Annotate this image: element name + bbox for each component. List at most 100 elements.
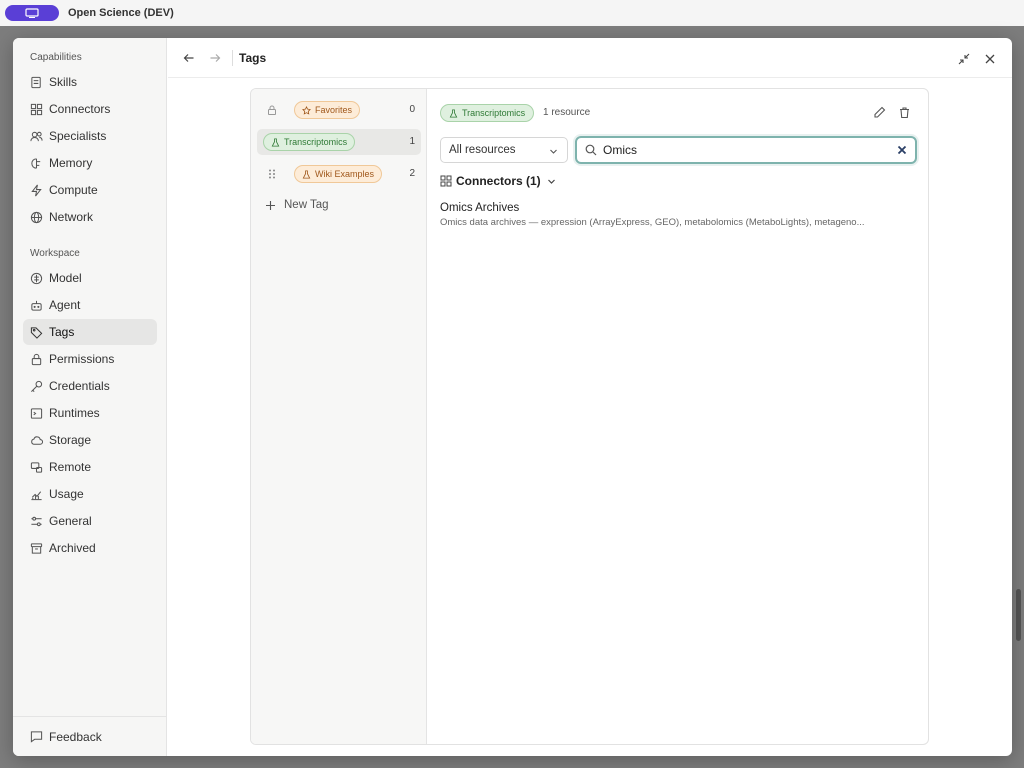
modal-header: Tags — [168, 38, 1012, 78]
new-tag-button[interactable]: New Tag — [265, 199, 329, 211]
sidebar-item-label: Network — [49, 210, 94, 224]
tag-chip-wiki-examples[interactable]: Wiki Examples — [294, 165, 383, 183]
sidebar-item-archived[interactable]: Archived — [23, 535, 157, 561]
tag-chip-transcriptomics[interactable]: Transcriptomics — [263, 133, 356, 151]
collapse-icon — [958, 53, 970, 65]
message-icon — [30, 731, 43, 743]
sidebar-item-usage[interactable]: Usage — [23, 481, 157, 507]
sidebar-item-label: Model — [49, 271, 82, 285]
sidebar-item-skills[interactable]: Skills — [23, 69, 157, 95]
group-label: Connectors (1) — [456, 174, 541, 188]
resource-filter-select[interactable]: All resources — [440, 137, 568, 163]
tag-list: Favorites 0 Transcriptomics 1 Wiki Examp… — [251, 89, 427, 744]
trash-icon — [900, 107, 909, 119]
workspace-section-label: Workspace — [30, 248, 80, 259]
new-tag-label: New Tag — [284, 199, 329, 211]
resource-filter-value: All resources — [449, 144, 516, 156]
sidebar-item-label: Credentials — [49, 379, 110, 393]
tag-count: 1 — [409, 136, 415, 147]
tag-row-favorites[interactable]: Favorites 0 — [257, 97, 421, 123]
lock-icon — [31, 353, 42, 365]
arrow-right-icon — [210, 54, 221, 62]
sidebar-item-connectors[interactable]: Connectors — [23, 96, 157, 122]
monitor-icon — [25, 8, 39, 18]
background-scrollbar[interactable] — [1016, 589, 1021, 641]
sidebar-item-general[interactable]: General — [23, 508, 157, 534]
sidebar-item-storage[interactable]: Storage — [23, 427, 157, 453]
tag-row-transcriptomics[interactable]: Transcriptomics 1 — [257, 129, 421, 155]
tag-count: 2 — [409, 168, 415, 179]
tag-label: Wiki Examples — [315, 169, 375, 179]
sidebar-item-runtimes[interactable]: Runtimes — [23, 400, 157, 426]
sidebar-item-agent[interactable]: Agent — [23, 292, 157, 318]
list-item[interactable]: Omics Archives Omics data archives — exp… — [440, 202, 900, 228]
cloud-icon — [31, 435, 43, 445]
connectors-icon — [30, 103, 43, 115]
arrow-left-icon — [183, 54, 194, 62]
settings-modal: Capabilities Skills Connectors Specialis… — [13, 38, 1012, 756]
connectors-group-toggle[interactable]: Connectors (1) — [440, 174, 556, 188]
page-title: Tags — [239, 51, 267, 65]
connectors-icon — [440, 175, 452, 187]
sidebar-item-network[interactable]: Network — [23, 204, 157, 230]
resource-count: 1 resource — [543, 107, 591, 118]
agent-icon — [31, 300, 42, 311]
result-title: Omics Archives — [440, 202, 520, 214]
pencil-icon — [874, 106, 886, 118]
sidebar-item-permissions[interactable]: Permissions — [23, 346, 157, 372]
lock-icon — [268, 105, 276, 115]
tag-count: 0 — [409, 104, 415, 115]
specialists-icon — [30, 131, 43, 141]
terminal-icon — [30, 407, 43, 419]
globe-icon — [30, 211, 43, 223]
chevron-down-icon — [547, 179, 555, 184]
app-switcher-button[interactable] — [5, 5, 59, 21]
sidebar-item-label: Permissions — [49, 352, 115, 366]
plus-icon — [266, 200, 275, 210]
forward-button[interactable] — [208, 51, 222, 65]
top-bar: Open Science (DEV) — [0, 0, 1024, 26]
sidebar-item-label: General — [49, 514, 92, 528]
selected-tag-label: Transcriptomics — [462, 108, 526, 118]
tags-panel: Favorites 0 Transcriptomics 1 Wiki Examp… — [250, 88, 929, 745]
sidebar-item-label: Storage — [49, 433, 92, 447]
tag-chip-favorites[interactable]: Favorites — [294, 101, 361, 119]
tag-label: Transcriptomics — [284, 137, 348, 147]
sidebar-item-remote[interactable]: Remote — [23, 454, 157, 480]
model-icon — [30, 272, 43, 284]
tag-row-wiki-examples[interactable]: Wiki Examples 2 — [257, 161, 421, 187]
sidebar-item-label: Runtimes — [49, 406, 100, 420]
usage-chart-icon — [31, 490, 42, 500]
search-icon — [585, 144, 597, 156]
sidebar-item-compute[interactable]: Compute — [23, 177, 157, 203]
minimize-button[interactable] — [958, 52, 970, 65]
flask-icon — [302, 169, 311, 179]
feedback-button[interactable]: Feedback — [13, 716, 167, 756]
search-field[interactable] — [575, 136, 917, 164]
skills-icon — [31, 76, 41, 88]
sidebar-item-memory[interactable]: Memory — [23, 150, 157, 176]
drag-handle-icon[interactable] — [266, 168, 278, 180]
sidebar-item-credentials[interactable]: Credentials — [23, 373, 157, 399]
chevron-down-icon — [550, 149, 557, 154]
sidebar-item-specialists[interactable]: Specialists — [23, 123, 157, 149]
sidebar-item-label: Usage — [49, 487, 84, 501]
back-button[interactable] — [182, 51, 196, 65]
sidebar-item-label: Compute — [49, 183, 98, 197]
remote-icon — [30, 461, 43, 473]
sidebar-item-label: Skills — [49, 75, 78, 89]
delete-tag-button[interactable] — [898, 106, 911, 119]
archive-icon — [30, 542, 43, 554]
search-input[interactable] — [603, 143, 883, 157]
clear-search-icon[interactable] — [897, 145, 907, 155]
close-button[interactable] — [984, 52, 996, 64]
sidebar-item-model[interactable]: Model — [23, 265, 157, 291]
sidebar-item-tags[interactable]: Tags — [23, 319, 157, 345]
key-icon — [31, 380, 43, 392]
sliders-icon — [31, 516, 42, 526]
settings-sidebar: Capabilities Skills Connectors Specialis… — [13, 38, 167, 756]
capabilities-section-label: Capabilities — [30, 52, 82, 63]
edit-tag-button[interactable] — [873, 106, 886, 119]
sidebar-item-label: Specialists — [49, 129, 107, 143]
sidebar-item-label: Archived — [49, 541, 96, 555]
